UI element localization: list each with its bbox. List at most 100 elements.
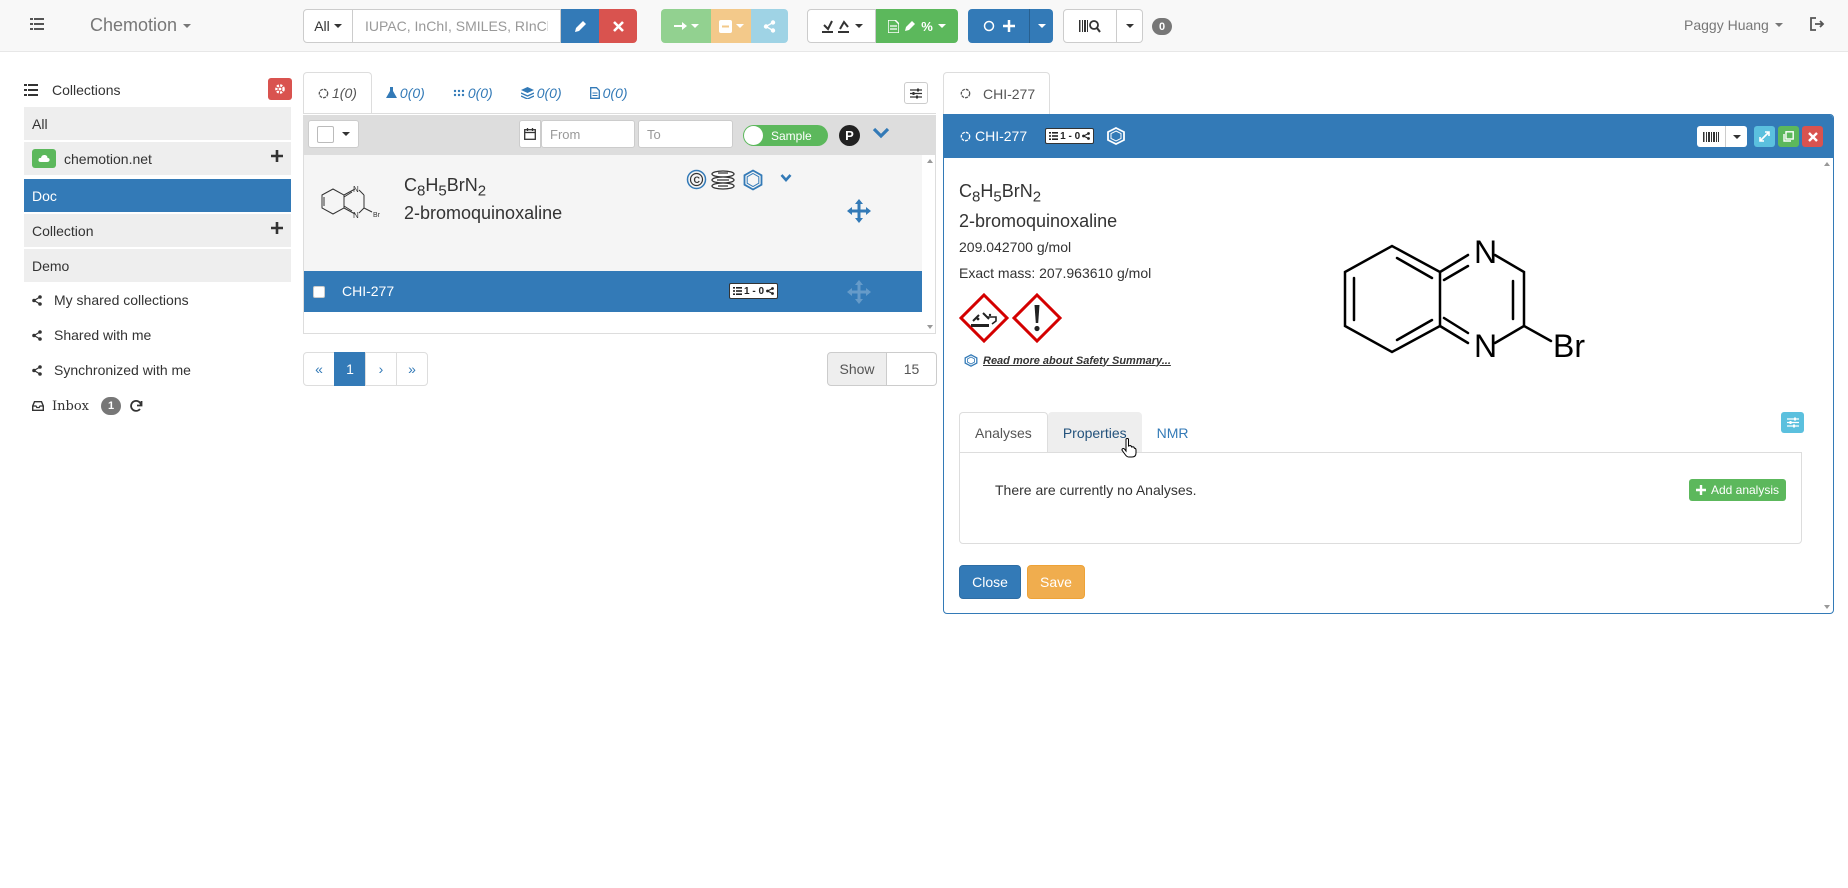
inventory-stack-icon[interactable]: [710, 170, 736, 190]
tab-reactions[interactable]: 0(0): [372, 72, 439, 114]
page-current-button[interactable]: 1: [334, 352, 366, 386]
remove-from-collection-button[interactable]: [711, 9, 751, 43]
product-only-button[interactable]: P: [839, 125, 860, 146]
date-to-input[interactable]: [638, 120, 733, 148]
create-element-dropdown[interactable]: [1029, 9, 1053, 43]
sidebar-item-demo[interactable]: Demo: [24, 249, 291, 282]
page-last-button[interactable]: »: [396, 352, 428, 386]
import-report-group: %: [807, 9, 958, 43]
collections-header: Collections: [24, 78, 292, 102]
tab-analyses[interactable]: Analyses: [959, 412, 1048, 453]
detail-scrollbar[interactable]: [1821, 158, 1833, 613]
sliders-icon: [1786, 417, 1799, 428]
barcode-dropdown[interactable]: [1117, 9, 1143, 43]
sidebar-item-all[interactable]: All: [24, 107, 291, 140]
analyses-settings-button[interactable]: [1781, 412, 1804, 433]
gear-icon: [275, 84, 285, 94]
sidebar-link-label: My shared collections: [54, 292, 189, 308]
copy-sample-button[interactable]: [1778, 126, 1799, 147]
tab-wellplates[interactable]: 0(0): [439, 72, 507, 114]
barcode-dropdown[interactable]: [1725, 126, 1747, 147]
list-settings-button[interactable]: [904, 82, 928, 104]
tab-label: 0(0): [399, 85, 425, 101]
row-checkbox[interactable]: [313, 286, 325, 298]
select-all-checkbox[interactable]: [317, 125, 334, 143]
plus-icon[interactable]: [271, 222, 283, 234]
print-barcode-button[interactable]: [1697, 126, 1725, 147]
pencil-icon: [905, 21, 916, 31]
date-from-input[interactable]: [541, 120, 635, 148]
sidebar-item-chemotion-net[interactable]: chemotion.net: [24, 142, 291, 175]
collection-settings-button[interactable]: [268, 78, 292, 100]
sidebar-item-collection[interactable]: Collection: [24, 214, 291, 247]
element-tag[interactable]: 1 - 0: [1045, 128, 1095, 144]
close-icon: [1807, 131, 1818, 142]
sidebar-link-synchronized[interactable]: Synchronized with me: [32, 362, 191, 378]
barcode-search-button[interactable]: [1063, 9, 1117, 43]
tab-screens[interactable]: 0(0): [507, 72, 576, 114]
plus-icon[interactable]: [271, 150, 283, 162]
draw-structure-button[interactable]: [561, 9, 599, 43]
close-button[interactable]: Close: [959, 565, 1021, 599]
add-analysis-button[interactable]: Add analysis: [1688, 479, 1786, 501]
list-scrollbar[interactable]: [924, 155, 936, 333]
calendar-icon[interactable]: [519, 120, 541, 148]
sidebar-item-label: Collection: [32, 222, 94, 239]
formula-element: C: [959, 181, 972, 201]
clear-search-button[interactable]: [599, 9, 637, 43]
chevron-down-icon: [735, 24, 744, 28]
sign-out-icon[interactable]: [1810, 17, 1826, 31]
chevron-down-icon: [1732, 134, 1741, 139]
list-menu-icon[interactable]: [30, 17, 44, 31]
structure-editor-icon[interactable]: [1106, 127, 1126, 145]
sample-detail-panel: CHI-277 1 - 0 C8H5BrN2 2-bromoquinoxalin…: [943, 114, 1834, 614]
chevron-down-icon[interactable]: [780, 173, 792, 183]
structure-n1-label: N: [1474, 234, 1497, 270]
detail-tab-chi-277[interactable]: CHI-277: [943, 72, 1050, 114]
tab-research-plans[interactable]: 0(0): [576, 72, 642, 114]
tab-samples[interactable]: 1(0): [303, 72, 372, 114]
sidebar-item-doc[interactable]: Doc: [24, 179, 291, 212]
clipboard-copy-icon[interactable]: C: [686, 169, 707, 190]
barcode-search-group: [1063, 9, 1143, 43]
share-button[interactable]: [751, 9, 788, 43]
sidebar-link-my-shared[interactable]: My shared collections: [32, 292, 189, 308]
expand-button[interactable]: [1754, 126, 1775, 147]
move-to-collection-button[interactable]: [661, 9, 711, 43]
page-next-button[interactable]: ›: [365, 352, 397, 386]
select-all-dropdown[interactable]: [308, 120, 359, 148]
drag-move-icon[interactable]: [847, 199, 871, 223]
top-navbar: Chemotion All IUPAC, InChI, SMILES, RInC…: [0, 0, 1848, 52]
save-button[interactable]: Save: [1027, 565, 1085, 599]
search-scope-select[interactable]: All: [303, 9, 353, 43]
drag-move-icon[interactable]: [847, 280, 871, 304]
notification-badge[interactable]: 0: [1152, 18, 1172, 35]
sample-icon: [318, 88, 329, 98]
element-tag[interactable]: 1 - 0: [729, 283, 779, 299]
structure-editor-icon[interactable]: [742, 169, 764, 191]
tab-label: 0(0): [536, 85, 562, 101]
import-export-button[interactable]: [807, 9, 876, 43]
safety-summary-link[interactable]: Read more about Safety Summary...: [964, 354, 1171, 367]
page-size-input[interactable]: 15: [887, 352, 937, 386]
refresh-icon[interactable]: [129, 399, 143, 413]
sample-toggle[interactable]: Sample: [743, 125, 828, 146]
tab-label: 1(0): [332, 85, 357, 101]
report-generation-button[interactable]: %: [876, 9, 958, 43]
chevron-down-icon: [1037, 24, 1046, 28]
chevron-down-icon[interactable]: [872, 127, 890, 139]
brand-menu[interactable]: Chemotion: [90, 15, 192, 36]
sample-group-row[interactable]: N N Br C8H5BrN2 2-bromoquinoxaline C: [304, 155, 922, 271]
sidebar-inbox[interactable]: Inbox 1: [32, 397, 143, 415]
table-row[interactable]: CHI-277 1 - 0: [304, 271, 922, 312]
close-detail-button[interactable]: [1802, 126, 1823, 147]
page-first-button[interactable]: «: [303, 352, 335, 386]
create-sample-button[interactable]: [968, 9, 1029, 43]
structure-search-input[interactable]: [353, 9, 561, 43]
sidebar-link-shared-with-me[interactable]: Shared with me: [32, 327, 151, 343]
detail-title-text: CHI-277: [975, 128, 1028, 144]
user-menu[interactable]: Paggy Huang: [1684, 17, 1783, 33]
tab-nmr[interactable]: NMR: [1142, 412, 1204, 453]
chevron-down-icon: [333, 24, 342, 28]
sidebar-link-label: Shared with me: [54, 327, 152, 343]
